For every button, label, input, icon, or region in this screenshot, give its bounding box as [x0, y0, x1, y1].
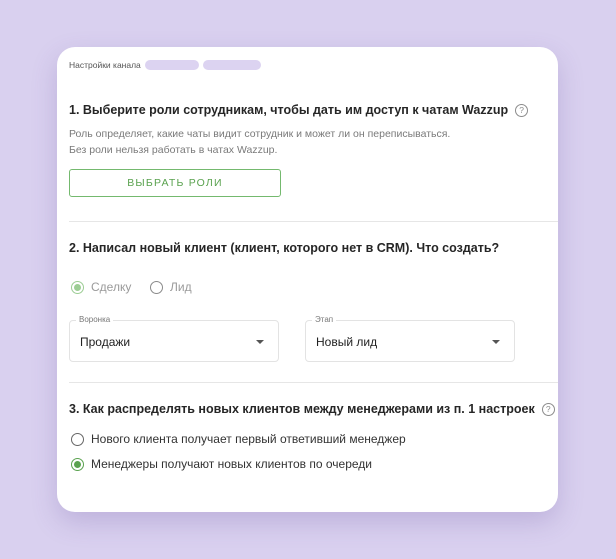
- help-icon[interactable]: ?: [515, 103, 529, 117]
- help-icon[interactable]: ?: [541, 402, 555, 416]
- divider: [69, 382, 558, 383]
- section1-heading-text: 1. Выберите роли сотрудникам, чтобы дать…: [69, 103, 509, 117]
- breadcrumb: Настройки канала: [69, 60, 261, 70]
- section2-heading: 2. Написал новый клиент (клиент, которог…: [69, 241, 499, 255]
- funnel-select[interactable]: Воронка Продажи: [69, 315, 279, 362]
- radio-checked-icon: [71, 457, 84, 471]
- breadcrumb-placeholder: [144, 60, 199, 70]
- section3-heading-text: 3. Как распределять новых клиентов между…: [69, 402, 535, 416]
- caret-down-icon: [492, 340, 500, 344]
- section2-heading-text: 2. Написал новый клиент (клиент, которог…: [69, 241, 500, 255]
- radio-lead-label: Лид: [170, 280, 192, 294]
- section1-description: Роль определяет, какие чаты видит сотруд…: [69, 126, 450, 158]
- description-line: Без роли нельзя работать в чатах Wazzup.: [69, 144, 278, 156]
- settings-card: Настройки канала 1. Выберите роли сотруд…: [57, 47, 558, 512]
- radio-unchecked-icon: [150, 280, 163, 294]
- description-line: Роль определяет, какие чаты видит сотруд…: [69, 128, 451, 140]
- funnel-select-value: Продажи: [80, 335, 131, 349]
- divider: [69, 221, 558, 222]
- radio-unchecked-icon: [71, 432, 84, 446]
- section1-heading: 1. Выберите роли сотрудникам, чтобы дать…: [69, 103, 529, 117]
- breadcrumb-label[interactable]: Настройки канала: [69, 60, 141, 70]
- funnel-select-label: Воронка: [76, 315, 114, 324]
- radio-first-responder[interactable]: Нового клиента получает первый ответивши…: [71, 432, 406, 446]
- section3-heading: 3. Как распределять новых клиентов между…: [69, 402, 555, 416]
- caret-down-icon: [256, 340, 264, 344]
- breadcrumb-placeholder: [202, 60, 261, 70]
- stage-select[interactable]: Этап Новый лид: [305, 315, 515, 362]
- radio-round-robin-label: Менеджеры получают новых клиентов по оче…: [91, 457, 372, 471]
- select-roles-button[interactable]: ВЫБРАТЬ РОЛИ: [69, 169, 281, 197]
- radio-checked-icon: [71, 280, 84, 294]
- radio-lead[interactable]: Лид: [150, 280, 192, 294]
- radio-first-responder-label: Нового клиента получает первый ответивши…: [91, 432, 406, 446]
- radio-deal[interactable]: Сделку: [71, 280, 131, 294]
- stage-select-label: Этап: [312, 315, 337, 324]
- radio-round-robin[interactable]: Менеджеры получают новых клиентов по оче…: [71, 457, 372, 471]
- stage-select-value: Новый лид: [316, 335, 378, 349]
- radio-deal-label: Сделку: [91, 280, 132, 294]
